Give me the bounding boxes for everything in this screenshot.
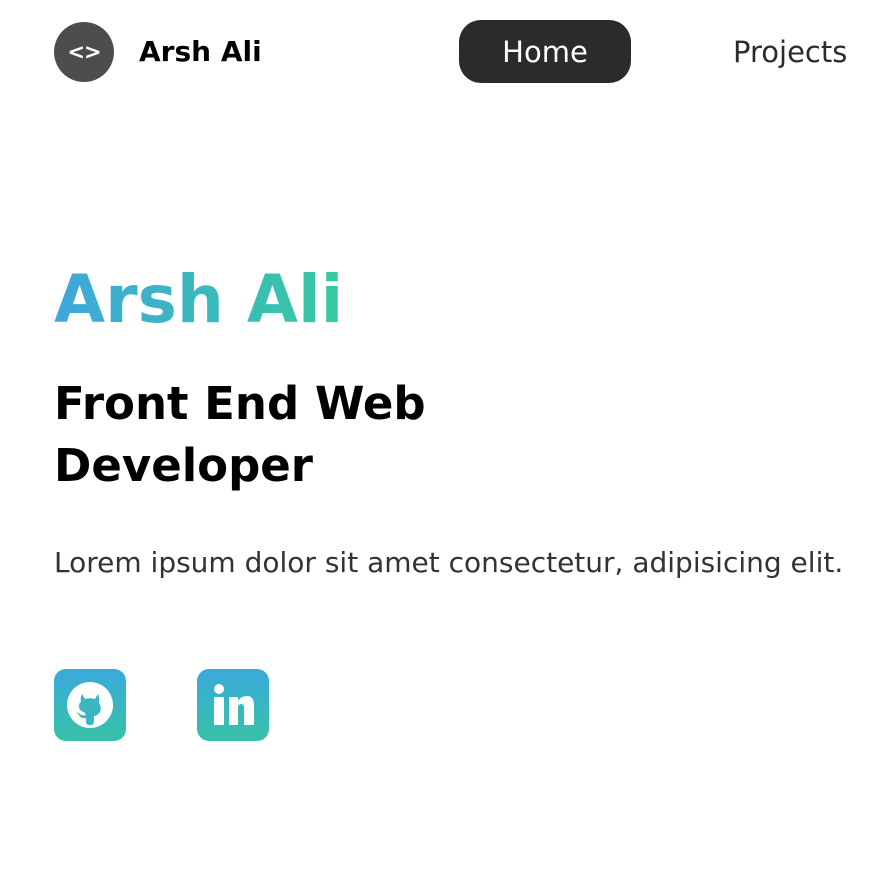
hero-description: Lorem ipsum dolor sit amet consectetur, … (54, 546, 844, 579)
linkedin-link[interactable] (197, 669, 269, 741)
hero-title: Front End Web Developer (54, 377, 426, 492)
hero-name: Arsh Ali (54, 258, 343, 342)
github-icon (67, 682, 113, 728)
linkedin-icon (214, 684, 254, 725)
code-brackets-icon: <> (67, 39, 101, 64)
nav-home-button[interactable]: Home (459, 20, 631, 83)
nav-projects-link[interactable]: Projects (733, 34, 847, 70)
github-link[interactable] (54, 669, 126, 741)
page: <> Arsh Ali Home Projects Arsh Ali Front… (0, 0, 882, 881)
brand-name[interactable]: Arsh Ali (139, 34, 262, 70)
logo[interactable]: <> (54, 22, 114, 82)
